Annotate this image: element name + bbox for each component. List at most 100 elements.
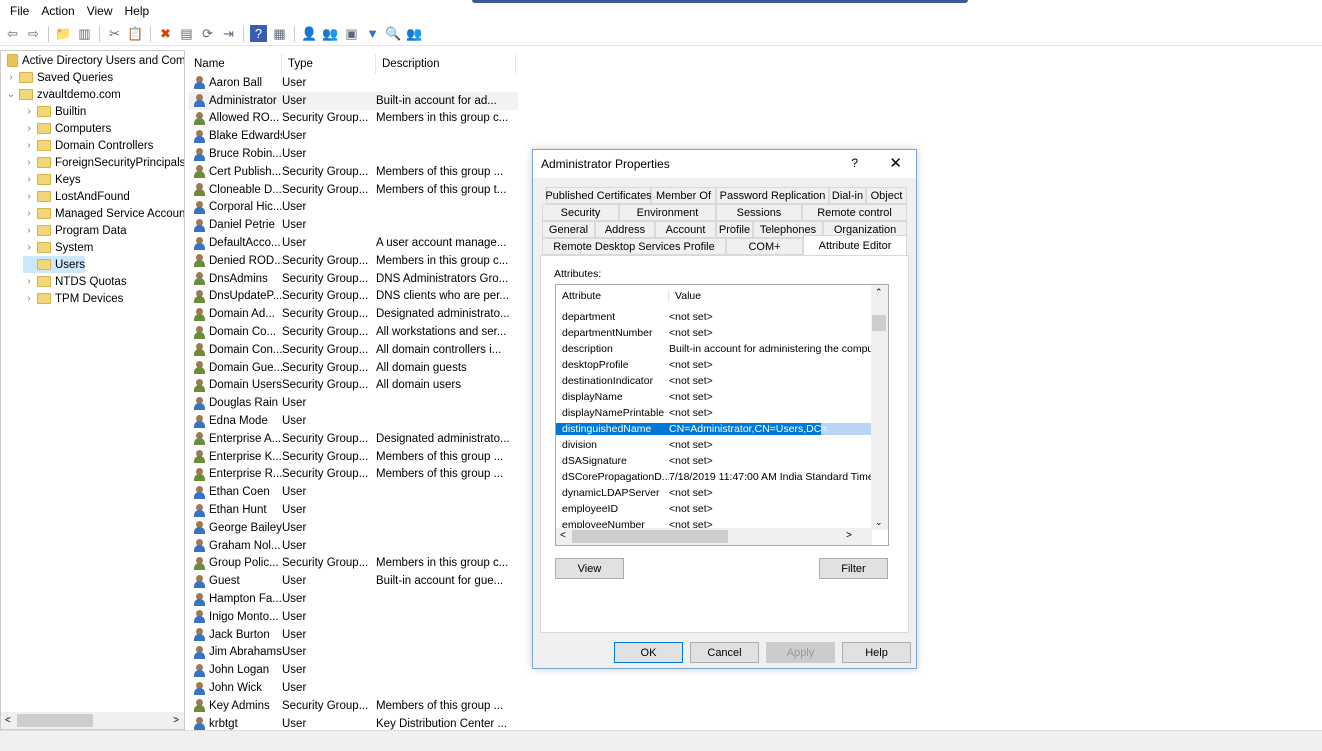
console-icon[interactable]: ▦ (271, 25, 288, 42)
tab-sessions[interactable]: Sessions (716, 204, 802, 221)
cancel-button[interactable]: Cancel (690, 642, 759, 663)
expand-chevron-icon[interactable]: › (23, 225, 35, 236)
list-row[interactable]: Bruce Robin... User (188, 145, 518, 163)
attribute-row[interactable]: departmentNumber <not set> (556, 325, 872, 341)
list-row[interactable]: Edna Mode User (188, 412, 518, 430)
list-row[interactable]: Ethan Hunt User (188, 501, 518, 519)
help-icon[interactable]: ? (250, 25, 267, 42)
expand-chevron-icon[interactable]: › (23, 174, 35, 185)
properties-icon[interactable]: ▤ (178, 25, 195, 42)
tree-item-computers[interactable]: › Computers (23, 120, 111, 137)
find-icon[interactable]: 🔍 (385, 25, 402, 42)
list-row[interactable]: Domain Con... Security Group... All domain… (188, 341, 518, 359)
ok-button[interactable]: OK (614, 642, 683, 663)
attribute-row[interactable]: dSASignature <not set> (556, 453, 872, 469)
list-row[interactable]: Hampton Fa... User (188, 590, 518, 608)
tab-published-certificates[interactable]: Published Certificates (545, 187, 652, 204)
attribute-row[interactable]: dynamicLDAPServer <not set> (556, 485, 872, 501)
attribute-row[interactable]: employeeID <not set> (556, 501, 872, 517)
list-row[interactable]: Domain Ad... Security Group... Designated … (188, 305, 518, 323)
filter-button[interactable]: Filter (819, 558, 888, 579)
attributes-horizontal-scrollbar[interactable]: < > (556, 528, 872, 545)
forward-icon[interactable]: ⇨ (25, 25, 42, 42)
list-row[interactable]: Jim Abrahams User (188, 644, 518, 662)
help-icon[interactable]: ? (851, 156, 858, 170)
tree-item-zvaultdemo-com[interactable]: ⌄ zvaultdemo.com (5, 86, 121, 103)
list-row[interactable]: Daniel Petrie User (188, 216, 518, 234)
cut-icon[interactable]: ✂ (106, 25, 123, 42)
tree-item-domain-controllers[interactable]: › Domain Controllers (23, 137, 153, 154)
expand-chevron-icon[interactable]: › (23, 157, 35, 168)
close-icon[interactable]: ✕ (889, 154, 902, 172)
list-row[interactable]: George Bailey User (188, 519, 518, 537)
list-row[interactable]: Enterprise A... Security Group... Designat… (188, 430, 518, 448)
tree-item-saved-queries[interactable]: › Saved Queries (5, 69, 113, 86)
list-row[interactable]: Ethan Coen User (188, 483, 518, 501)
tab-account[interactable]: Account (655, 221, 716, 238)
expand-chevron-icon[interactable]: › (23, 276, 35, 287)
column-header-name[interactable]: Name (188, 54, 282, 74)
list-row[interactable]: Key Admins Security Group... Members of th… (188, 697, 518, 715)
expand-chevron-icon[interactable]: › (23, 242, 35, 253)
column-header-type[interactable]: Type (282, 54, 376, 74)
attribute-row[interactable]: displayName <not set> (556, 389, 872, 405)
help-button[interactable]: Help (842, 642, 911, 663)
list-row[interactable]: Graham Nol... User (188, 537, 518, 555)
tree-item-builtin[interactable]: › Builtin (23, 103, 86, 120)
menu-file[interactable]: File (4, 4, 35, 18)
list-row[interactable]: Inigo Monto... User (188, 608, 518, 626)
menu-help[interactable]: Help (119, 4, 156, 18)
column-header-attribute[interactable]: Attribute (556, 290, 669, 302)
tree-item-foreignsecurityprincipals[interactable]: › ForeignSecurityPrincipals (23, 154, 184, 171)
attribute-row[interactable]: distinguishedName CN=Administrator,CN=Use… (556, 421, 872, 437)
expand-chevron-icon[interactable]: › (23, 140, 35, 151)
tab-profile[interactable]: Profile (716, 221, 753, 238)
tab-attribute-editor[interactable]: Attribute Editor (803, 235, 907, 255)
attribute-row[interactable]: division <not set> (556, 437, 872, 453)
list-row[interactable]: Enterprise R... Security Group... Members … (188, 466, 518, 484)
export-icon[interactable]: ⇥ (220, 25, 237, 42)
attribute-row[interactable]: dSCorePropagationD... 7/18/2019 11:47:00 … (556, 469, 872, 485)
tab-address[interactable]: Address (595, 221, 655, 238)
list-row[interactable]: Administrator User Built-in account for ad… (188, 91, 518, 110)
new-group-icon[interactable]: 👥 (322, 25, 339, 42)
menu-view[interactable]: View (81, 4, 119, 18)
filter-icon[interactable]: ▼ (364, 25, 381, 42)
list-row[interactable]: Group Polic... Security Group... Members i… (188, 555, 518, 573)
tab-object[interactable]: Object (866, 187, 907, 204)
apply-button[interactable]: Apply (766, 642, 835, 663)
attributes-vertical-scrollbar[interactable]: ⌃ ⌄ (871, 285, 888, 530)
list-row[interactable]: Denied ROD... Security Group... Members in… (188, 252, 518, 270)
list-row[interactable]: Enterprise K... Security Group... Members … (188, 448, 518, 466)
attribute-row[interactable]: description Built-in account for administ… (556, 341, 872, 357)
list-row[interactable]: Corporal Hic... User (188, 199, 518, 217)
delete-icon[interactable]: ✖ (157, 25, 174, 42)
tab-environment[interactable]: Environment (619, 204, 716, 221)
list-row[interactable]: krbtgt User Key Distribution Center ... (188, 715, 518, 730)
list-row[interactable]: Domain Users Security Group... All domain … (188, 377, 518, 395)
list-row[interactable]: Guest User Built-in account for gue... (188, 572, 518, 590)
expand-chevron-icon[interactable]: › (23, 208, 35, 219)
list-row[interactable]: DnsAdmins Security Group... DNS Administra… (188, 270, 518, 288)
list-row[interactable]: Aaron Ball User (188, 74, 518, 92)
list-row[interactable]: Jack Burton User (188, 626, 518, 644)
list-row[interactable]: John Logan User (188, 661, 518, 679)
expand-chevron-icon[interactable]: › (23, 293, 35, 304)
tree-item-ntds-quotas[interactable]: › NTDS Quotas (23, 273, 126, 290)
expand-chevron-icon[interactable]: › (23, 191, 35, 202)
new-ou-icon[interactable]: ▣ (343, 25, 360, 42)
refresh-icon[interactable]: ⟳ (199, 25, 216, 42)
list-row[interactable]: DefaultAcco... User A user account manage.… (188, 234, 518, 252)
list-row[interactable]: Douglas Rain User (188, 394, 518, 412)
attribute-row[interactable]: desktopProfile <not set> (556, 357, 872, 373)
tab-security[interactable]: Security (542, 204, 619, 221)
tab-password-replication[interactable]: Password Replication (716, 187, 829, 204)
expand-chevron-icon[interactable]: › (23, 106, 35, 117)
tree-item-managed-service-accoun[interactable]: › Managed Service Accoun (23, 205, 184, 222)
tab-com-[interactable]: COM+ (726, 238, 803, 255)
menu-action[interactable]: Action (35, 4, 80, 18)
tree-root[interactable]: Active Directory Users and Com (5, 52, 184, 69)
list-row[interactable]: John Wick User (188, 679, 518, 697)
list-row[interactable]: DnsUpdateP... Security Group... DNS client… (188, 288, 518, 306)
tab-remote-desktop-services-profile[interactable]: Remote Desktop Services Profile (542, 238, 726, 255)
